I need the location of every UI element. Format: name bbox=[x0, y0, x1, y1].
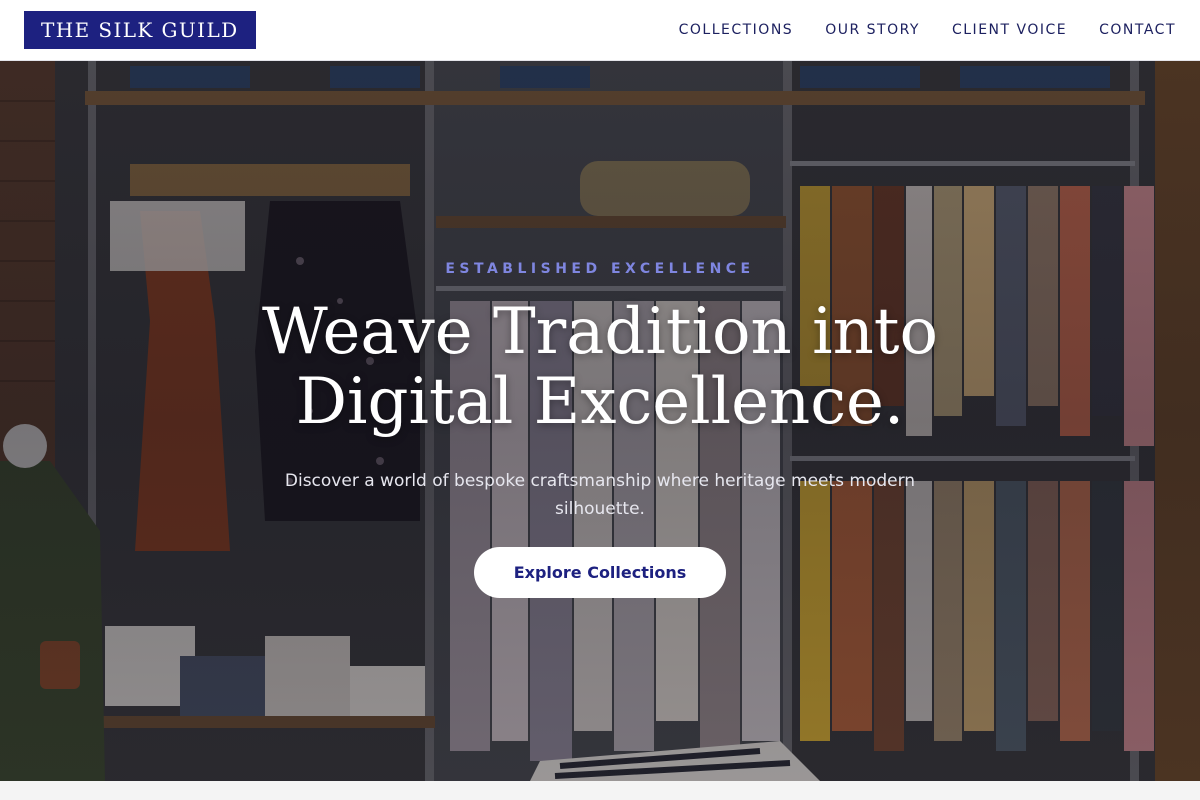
nav-link-collections[interactable]: COLLECTIONS bbox=[679, 22, 794, 38]
nav-link-contact[interactable]: CONTACT bbox=[1099, 22, 1176, 38]
hero-headline: Weave Tradition into Digital Excellence. bbox=[0, 297, 1200, 437]
hero-content: ESTABLISHED EXCELLENCE Weave Tradition i… bbox=[0, 61, 1200, 781]
brand-logo[interactable]: THE SILK GUILD bbox=[24, 11, 256, 49]
hero-headline-line-2: Digital Excellence. bbox=[295, 365, 905, 439]
hero-headline-line-1: Weave Tradition into bbox=[261, 295, 939, 369]
hero-section: ESTABLISHED EXCELLENCE Weave Tradition i… bbox=[0, 61, 1200, 781]
next-section-edge bbox=[0, 781, 1200, 800]
main-nav: COLLECTIONS OUR STORY CLIENT VOICE CONTA… bbox=[679, 22, 1176, 38]
hero-subtext: Discover a world of bespoke craftsmanshi… bbox=[284, 471, 916, 519]
explore-collections-button[interactable]: Explore Collections bbox=[474, 547, 726, 598]
nav-link-our-story[interactable]: OUR STORY bbox=[825, 22, 920, 38]
nav-link-client-voice[interactable]: CLIENT VOICE bbox=[952, 22, 1067, 38]
hero-eyebrow: ESTABLISHED EXCELLENCE bbox=[445, 261, 755, 277]
site-header: THE SILK GUILD COLLECTIONS OUR STORY CLI… bbox=[0, 0, 1200, 61]
